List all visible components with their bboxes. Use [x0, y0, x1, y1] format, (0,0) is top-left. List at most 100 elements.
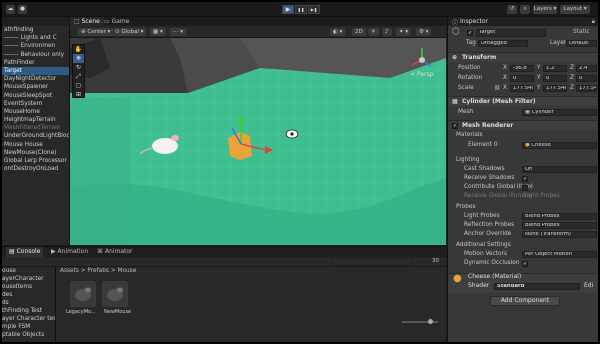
- pivot-dropdown[interactable]: ⊕ Center ▾: [78, 28, 114, 36]
- zoom-slider-track[interactable]: [402, 319, 438, 324]
- static-label[interactable]: Static: [573, 28, 590, 37]
- project-folder-item[interactable]: ptable Objects: [2, 331, 55, 339]
- element0-field[interactable]: ● Cheese: [522, 142, 597, 149]
- material-header[interactable]: ● Cheese (Material) Shader Standard Edi: [448, 273, 598, 293]
- layers-dropdown[interactable]: Layers ▾: [533, 5, 557, 14]
- lock-icon[interactable]: 🔒︎: [592, 18, 595, 26]
- mesh-field[interactable]: ▦ Cylinder: [522, 109, 597, 116]
- hierarchy-item[interactable]: DayNightDetector: [2, 75, 69, 83]
- shading-mode-button[interactable]: ◐ ▾: [330, 28, 346, 36]
- mesh-renderer-checkbox[interactable]: ✓: [452, 123, 458, 129]
- asset-tile-new-mouse[interactable]: [102, 281, 128, 307]
- dynamic-occlusion-checkbox[interactable]: ✓: [522, 260, 528, 267]
- scene-viewport[interactable]: < Persp: [70, 38, 446, 245]
- search-icon[interactable]: ⌕: [520, 5, 530, 14]
- project-folder-item[interactable]: ouseItems: [2, 283, 55, 291]
- project-folder-item[interactable]: thFinding Test: [2, 307, 55, 315]
- project-folder-item[interactable]: ayer Character test: [2, 315, 55, 323]
- hierarchy-item[interactable]: MouseSleepSpot: [2, 92, 69, 100]
- hierarchy-item[interactable]: MouseHome: [2, 108, 69, 116]
- cloud-icon[interactable]: ☁: [6, 5, 15, 14]
- hierarchy-item[interactable]: ------- Lights and C: [2, 34, 69, 42]
- position-z-field[interactable]: 2.4: [576, 65, 597, 72]
- layout-dropdown[interactable]: Layout ▾: [560, 5, 590, 14]
- move-tool-icon[interactable]: ✥: [73, 54, 84, 63]
- hierarchy-item[interactable]: HeightmapTerrain: [2, 116, 69, 124]
- zoom-slider-handle[interactable]: [428, 319, 433, 324]
- motion-vectors-dropdown[interactable]: Per Object Motion: [522, 251, 597, 258]
- cast-shadows-dropdown[interactable]: On: [522, 166, 597, 173]
- lighting-header[interactable]: Lighting: [448, 156, 598, 165]
- account-icon[interactable]: ●: [18, 5, 27, 14]
- probes-header[interactable]: Probes: [448, 203, 598, 212]
- anchor-override-field[interactable]: None (Transform): [522, 231, 597, 238]
- grid-snap-button[interactable]: ▦ ▾: [150, 28, 166, 36]
- breadcrumb[interactable]: Assets > Prefabs > Mouse: [60, 268, 136, 274]
- history-icon[interactable]: ↺: [507, 5, 517, 14]
- shader-edit-button[interactable]: Edi: [584, 281, 593, 291]
- tab-scene[interactable]: ⬚ Scene: [70, 17, 104, 26]
- position-x-field[interactable]: -36.8: [510, 65, 534, 72]
- additional-settings-header[interactable]: Additional Settings: [448, 241, 598, 250]
- hierarchy-item[interactable]: Global Lerp Processor: [2, 157, 69, 165]
- scale-tool-icon[interactable]: ⤢: [73, 72, 84, 81]
- lighting-toggle[interactable]: ☀: [368, 28, 379, 36]
- tag-dropdown[interactable]: Untagged: [478, 40, 528, 47]
- snap-increment-button[interactable]: ⋯ ▾: [170, 28, 187, 36]
- hierarchy-item[interactable]: athfinding: [2, 26, 69, 34]
- space-dropdown[interactable]: ⊙ Global ▾: [112, 28, 147, 36]
- project-folder-item[interactable]: ayerCharacter: [2, 275, 55, 283]
- hierarchy-item[interactable]: MouseSpawner: [2, 83, 69, 91]
- contribute-gi-checkbox[interactable]: [522, 184, 528, 191]
- scale-y-field[interactable]: 177.5403: [543, 85, 567, 92]
- effects-dropdown[interactable]: ✦ ▾: [396, 28, 412, 36]
- reflection-probes-dropdown[interactable]: Blend Probes: [522, 222, 597, 229]
- rotation-x-field[interactable]: 0: [510, 75, 534, 82]
- hierarchy-item[interactable]: MeshFilteredTerrain: [2, 124, 69, 132]
- hierarchy-item[interactable]: UnderGroundLightBlocke: [2, 132, 69, 140]
- pause-button[interactable]: ❚❚: [295, 5, 307, 14]
- hierarchy-item[interactable]: PathFinder: [2, 59, 69, 67]
- audio-toggle[interactable]: ♪: [382, 28, 392, 36]
- hierarchy-item[interactable]: EventSystem: [2, 100, 69, 108]
- hierarchy-item[interactable]: ------- Environmen: [2, 42, 69, 50]
- 2d-toggle[interactable]: 2D: [352, 28, 366, 36]
- hierarchy-item[interactable]: Mouse House: [2, 141, 69, 149]
- project-folder-item[interactable]: mple FSM: [2, 323, 55, 331]
- receive-shadows-checkbox[interactable]: ✓: [522, 175, 528, 182]
- project-folder-item[interactable]: des: [2, 291, 55, 299]
- hierarchy-item[interactable]: NewMouse(Clone): [2, 149, 69, 157]
- project-folder-item[interactable]: ds: [2, 299, 55, 307]
- rotate-tool-icon[interactable]: ↻: [73, 63, 84, 72]
- rect-tool-icon[interactable]: ▢: [73, 81, 84, 90]
- hand-tool-icon[interactable]: ✋: [73, 45, 84, 54]
- gizmos-dropdown[interactable]: ⚙ ▾: [416, 28, 432, 36]
- asset-tile-legacy-mouse[interactable]: [70, 281, 96, 307]
- hierarchy-item[interactable]: ontDestroyOnLoad: [2, 165, 69, 173]
- object-name-field[interactable]: Target: [476, 29, 546, 37]
- add-component-button[interactable]: Add Component: [490, 296, 560, 306]
- transform-tool-icon[interactable]: ⊞: [73, 90, 84, 99]
- step-button[interactable]: ▶❚: [308, 5, 320, 14]
- active-checkbox[interactable]: ✓: [467, 30, 473, 36]
- mesh-renderer-header[interactable]: ✓ Mesh Renderer: [448, 120, 598, 130]
- rotation-z-field[interactable]: 0: [576, 75, 597, 82]
- tab-game[interactable]: ▭ Game: [100, 17, 133, 26]
- materials-row[interactable]: Materials: [448, 131, 598, 140]
- hierarchy-item[interactable]: ------- Behaviour only: [2, 51, 69, 59]
- play-button[interactable]: ▶: [282, 5, 294, 14]
- position-y-field[interactable]: 1.2: [543, 65, 567, 72]
- shader-dropdown[interactable]: Standard: [494, 283, 580, 290]
- project-folder-item[interactable]: ouse: [2, 267, 55, 275]
- link-icon[interactable]: ⛓: [494, 84, 500, 93]
- tab-console[interactable]: ▤ Console: [6, 247, 44, 257]
- scale-x-field[interactable]: 177.5403: [510, 85, 534, 92]
- mesh-filter-header[interactable]: ▦ Cylinder (Mesh Filter): [448, 96, 598, 106]
- scale-z-field[interactable]: 177.5403: [576, 85, 597, 92]
- layer-dropdown[interactable]: Default: [566, 40, 597, 47]
- hierarchy-item[interactable]: Target: [2, 66, 69, 76]
- rotation-y-field[interactable]: 0: [543, 75, 567, 82]
- light-probes-dropdown[interactable]: Blend Probes: [522, 213, 597, 220]
- tab-animator[interactable]: ⌘ Animator: [94, 247, 136, 257]
- project-search-input[interactable]: [332, 258, 412, 266]
